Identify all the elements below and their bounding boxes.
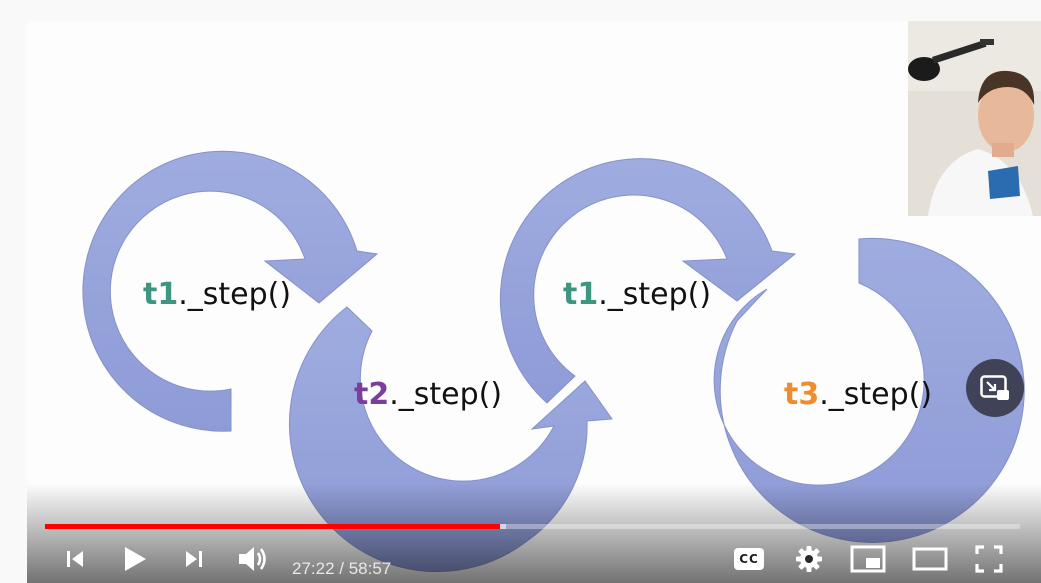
picture-in-picture-button[interactable] [966,359,1024,417]
thread-name: t2 [354,377,390,412]
fullscreen-icon [975,545,1003,573]
step-label-4: t3._step() [784,377,932,412]
step-call: ._step() [389,377,503,412]
player-controls: 27:22 / 58:57 CC [27,531,1041,583]
step-call: ._step() [819,377,933,412]
miniplayer-button[interactable] [849,543,887,575]
progress-played [45,524,501,529]
time-total: 58:57 [348,559,392,578]
progress-bar[interactable] [45,524,1020,529]
play-icon [125,547,146,571]
step-call: ._step() [598,277,712,312]
time-current: 27:22 [292,559,335,578]
captions-icon: CC [734,548,764,570]
play-button[interactable] [119,543,151,575]
fullscreen-button[interactable] [971,543,1007,575]
previous-button[interactable] [61,545,89,573]
step-call: ._step() [178,277,292,312]
next-icon [186,551,202,567]
settings-icon [796,546,822,572]
time-display: 27:22 / 58:57 [292,559,391,579]
volume-button[interactable] [235,542,271,576]
theater-mode-button[interactable] [911,544,949,574]
captions-label: CC [739,552,759,566]
step-label-3: t1._step() [563,277,711,312]
time-separator: / [334,559,349,578]
step-label-2: t2._step() [354,377,502,412]
captions-button[interactable]: CC [732,545,766,573]
miniplayer-icon [850,545,886,573]
picture-in-picture-icon [980,375,1009,400]
volume-icon [239,547,266,571]
presenter-webcam [908,21,1041,216]
next-button[interactable] [180,545,208,573]
previous-icon [67,551,83,567]
thread-name: t3 [784,377,820,412]
theater-mode-icon [912,547,948,571]
thread-name: t1 [143,277,179,312]
thread-name: t1 [563,277,599,312]
settings-button[interactable] [793,543,825,575]
video-player[interactable]: t1._step() t2._step() t1._step() t3._ste… [27,21,1041,583]
step-label-1: t1._step() [143,277,291,312]
